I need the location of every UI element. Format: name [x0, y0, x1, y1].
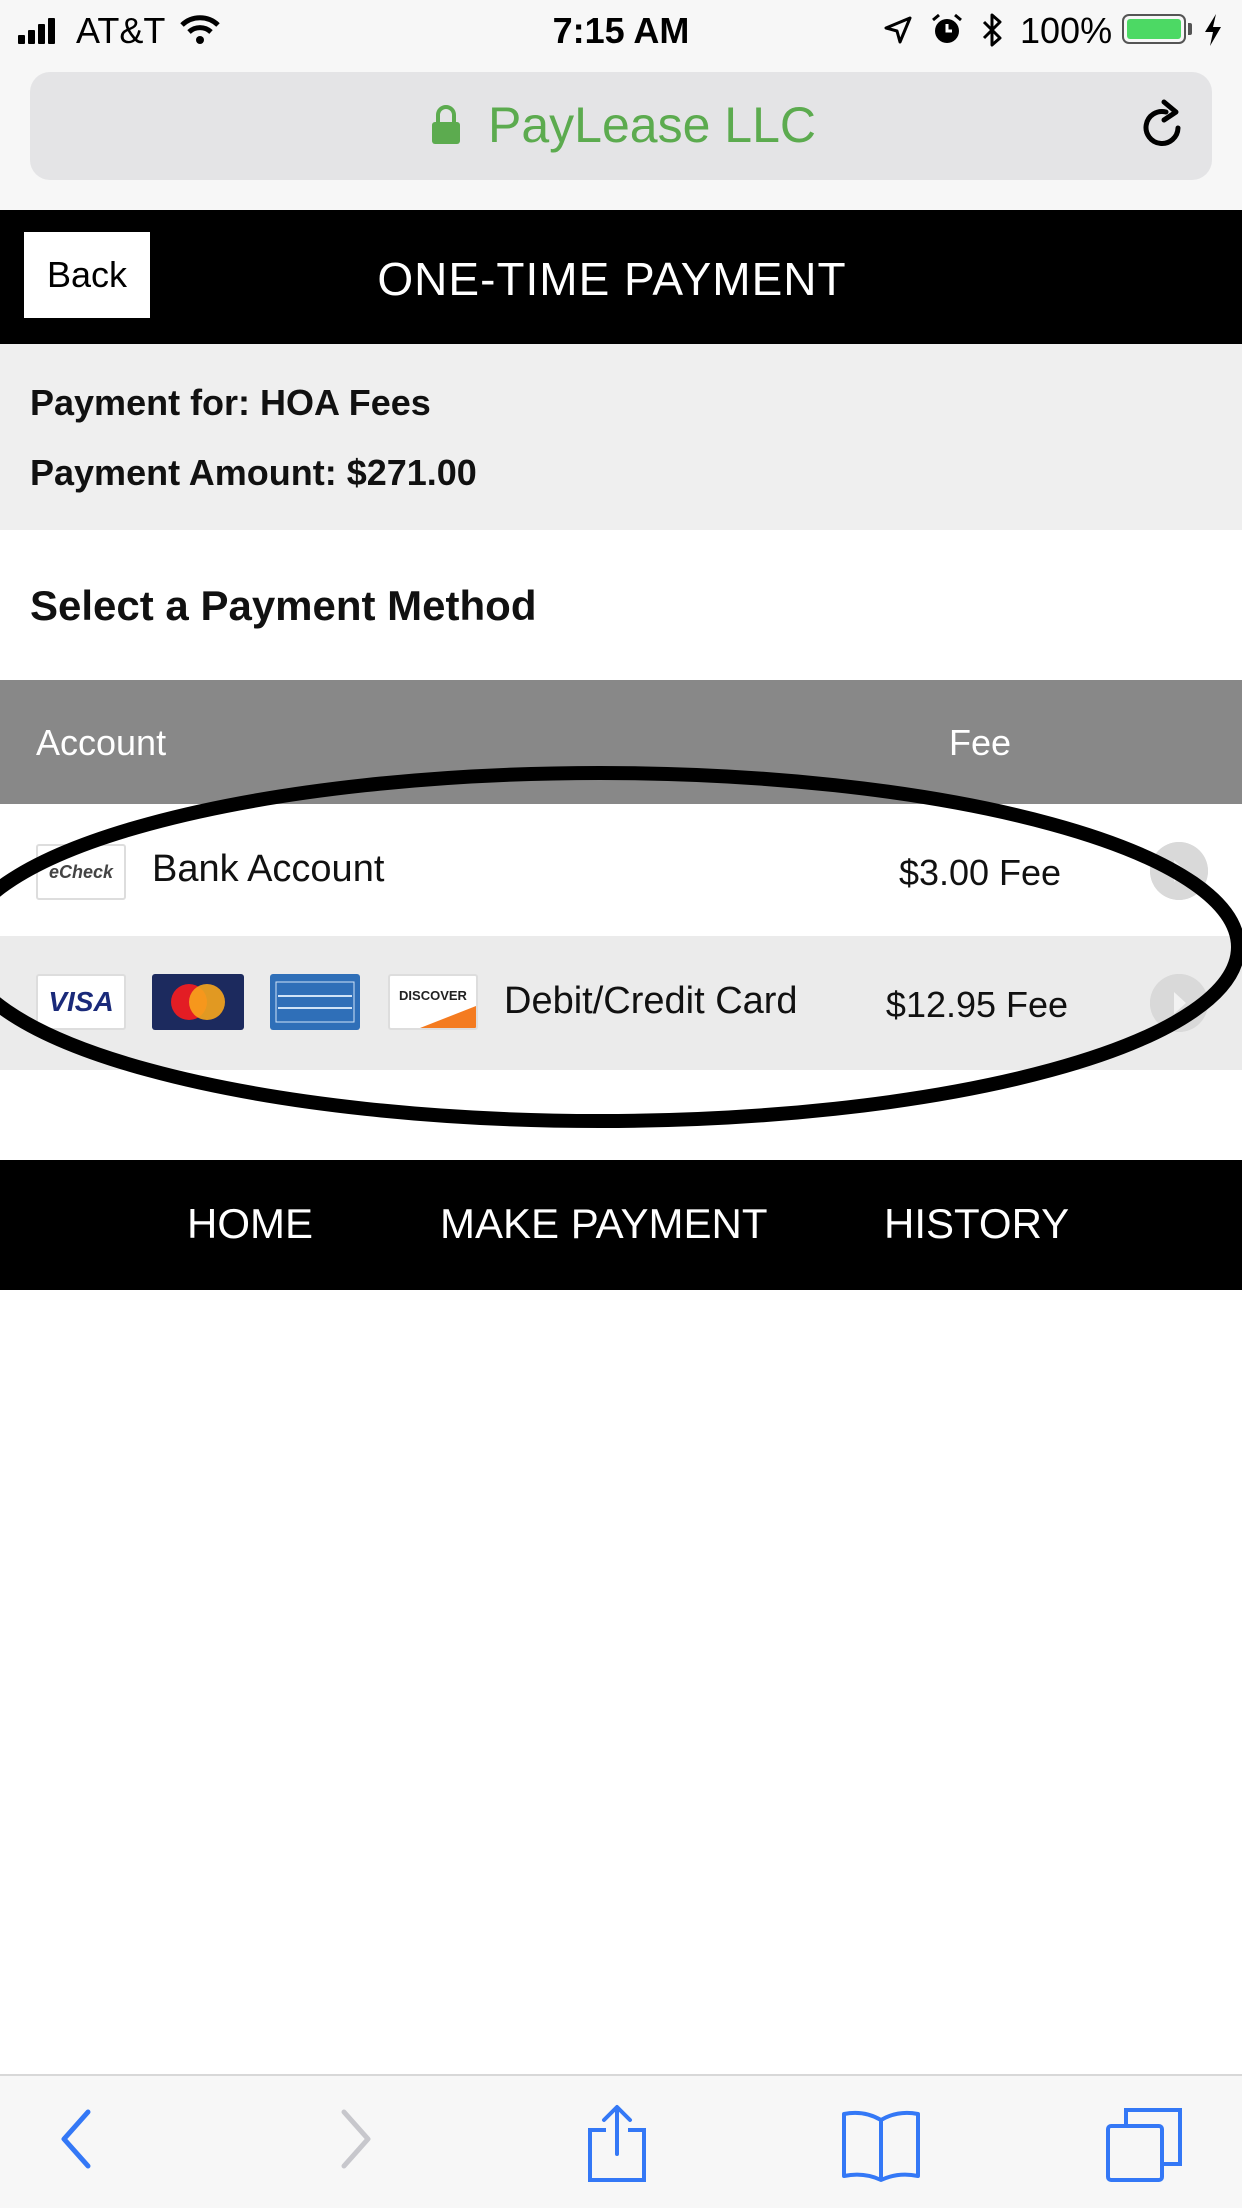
- nav-home[interactable]: HOME: [187, 1200, 313, 1248]
- forward-icon[interactable]: [330, 2104, 378, 2174]
- bookmarks-icon[interactable]: [840, 2104, 922, 2184]
- tabs-icon[interactable]: [1104, 2104, 1184, 2184]
- share-icon[interactable]: [584, 2104, 650, 2184]
- back-icon[interactable]: [54, 2104, 102, 2174]
- annotation-ellipse: [0, 766, 1242, 1128]
- nav-make-payment[interactable]: MAKE PAYMENT: [440, 1200, 768, 1248]
- nav-history[interactable]: HISTORY: [884, 1200, 1069, 1248]
